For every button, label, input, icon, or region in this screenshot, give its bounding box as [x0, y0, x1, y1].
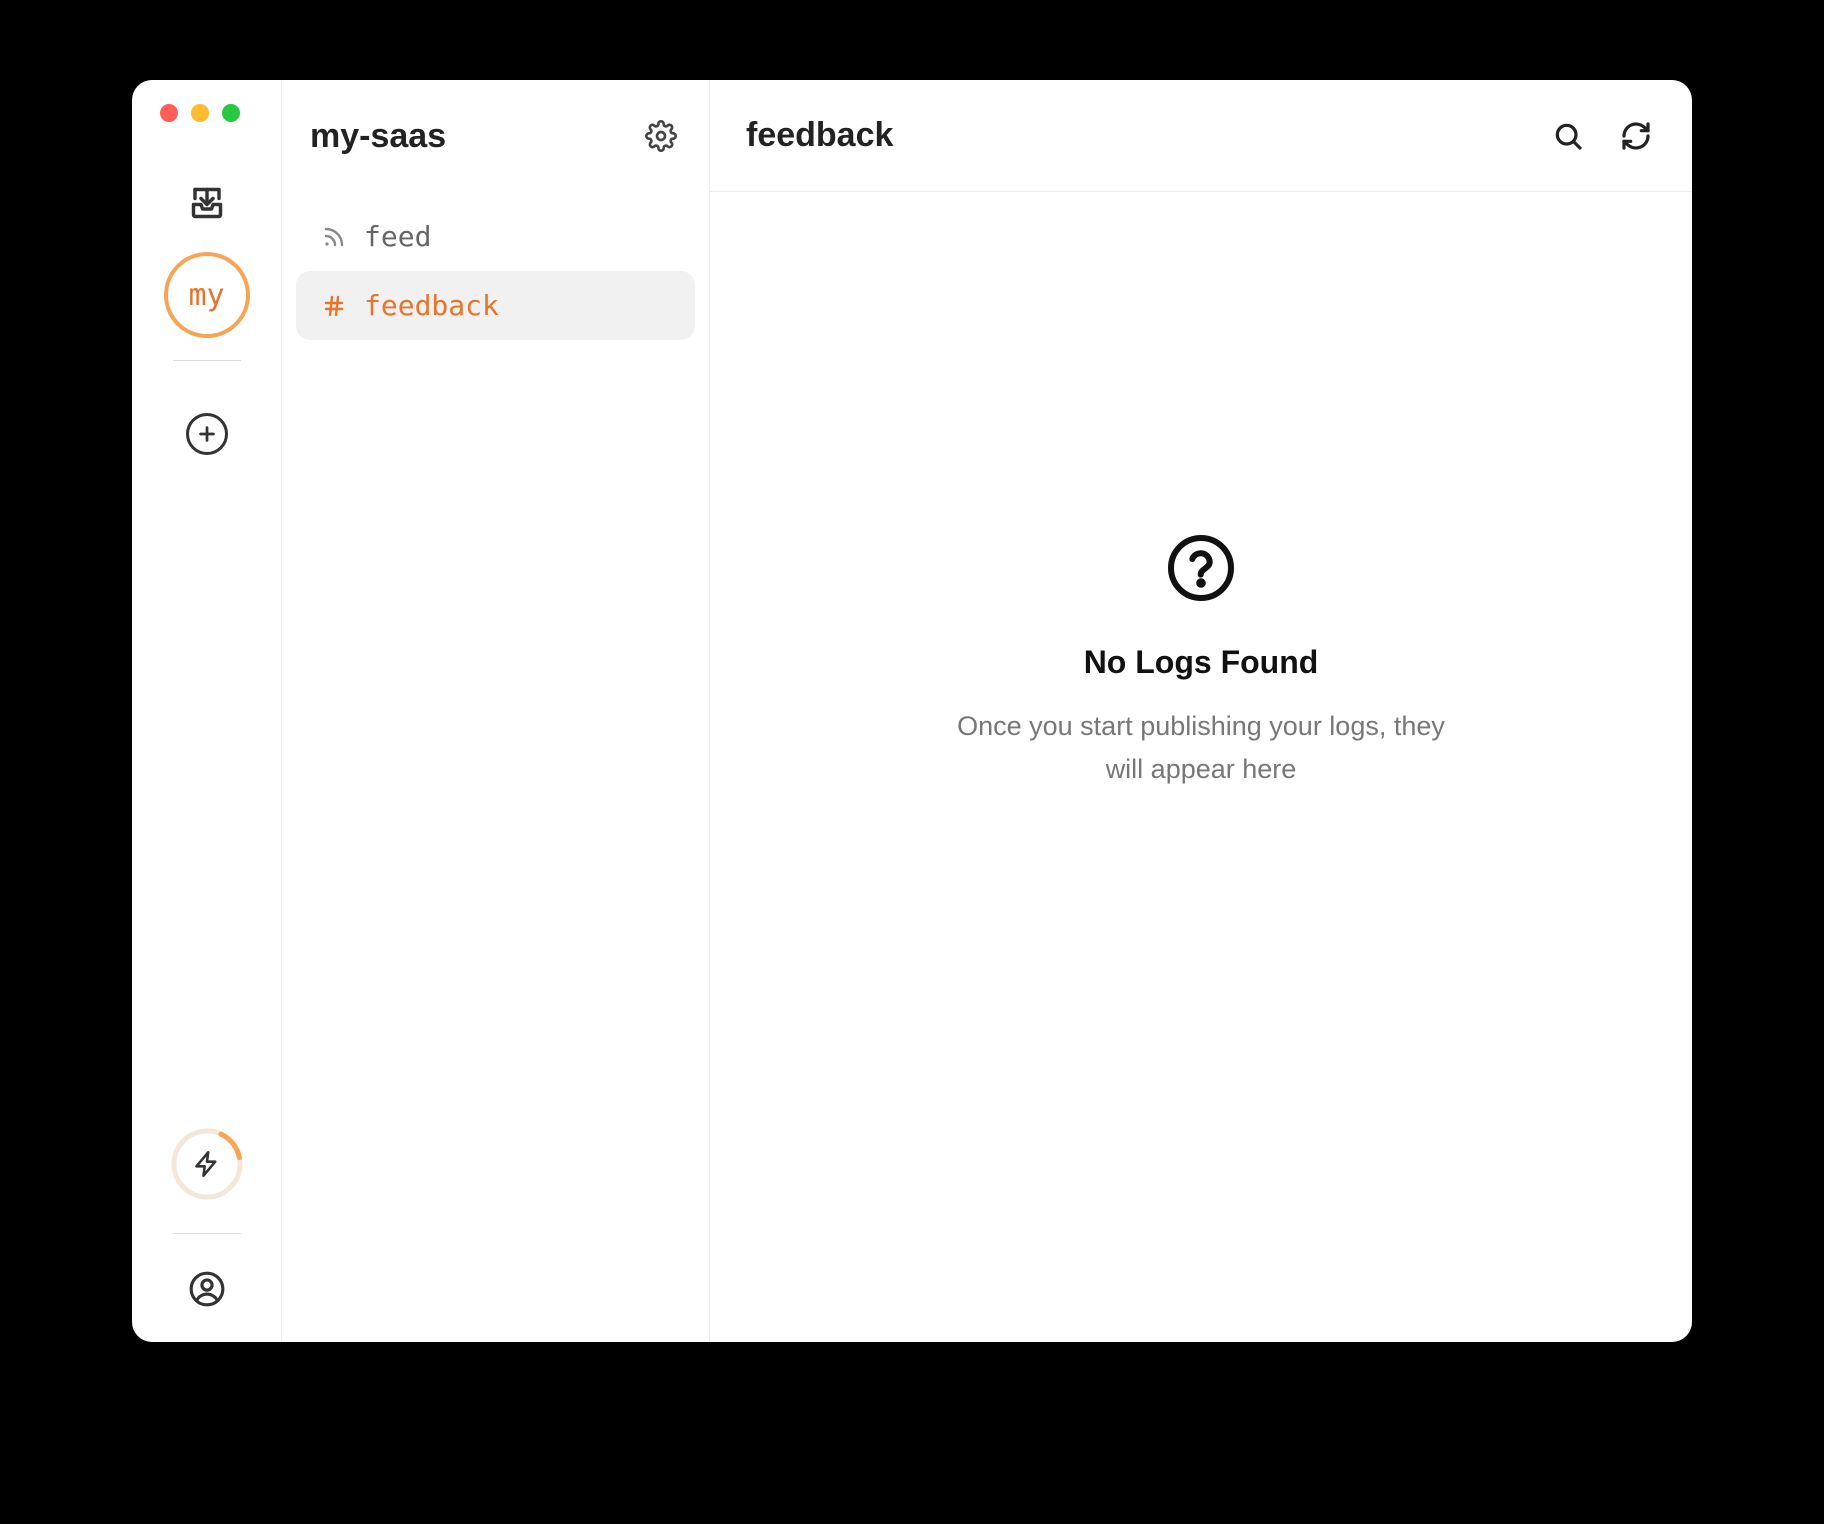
rss-icon — [320, 225, 348, 249]
fullscreen-window-button[interactable] — [222, 104, 240, 122]
channel-label: feed — [364, 220, 431, 253]
search-icon — [1552, 120, 1584, 152]
search-button[interactable] — [1548, 116, 1588, 156]
help-circle-icon — [1165, 532, 1237, 604]
left-rail: my — [132, 80, 282, 1342]
main-panel: feedback — [710, 80, 1692, 1342]
app-window: my my-saas — [132, 80, 1692, 1342]
project-title: my-saas — [310, 117, 446, 156]
empty-subtitle: Once you start publishing your logs, the… — [941, 705, 1461, 791]
gear-icon — [645, 120, 677, 152]
empty-state: No Logs Found Once you start publishing … — [710, 192, 1692, 1342]
plus-icon — [196, 423, 218, 445]
main-header: feedback — [710, 80, 1692, 192]
inbox-download-icon — [189, 185, 225, 221]
channel-list: feed feedback — [282, 192, 709, 350]
empty-title: No Logs Found — [1084, 644, 1319, 681]
add-project-button[interactable] — [186, 413, 228, 455]
channel-title: feedback — [746, 116, 893, 155]
refresh-button[interactable] — [1616, 116, 1656, 156]
channel-feed[interactable]: feed — [296, 202, 695, 271]
main-actions — [1548, 116, 1656, 156]
channel-feedback[interactable]: feedback — [296, 271, 695, 340]
hash-icon — [320, 294, 348, 318]
rail-divider-bottom — [173, 1233, 241, 1234]
sidebar-header: my-saas — [282, 80, 709, 192]
user-circle-icon — [188, 1270, 226, 1308]
window-traffic-lights — [160, 104, 240, 122]
channel-label: feedback — [364, 289, 499, 322]
refresh-icon — [1620, 120, 1652, 152]
sidebar: my-saas feed feedback — [282, 80, 710, 1342]
progress-ring-icon — [170, 1127, 244, 1201]
project-avatar-text: my — [188, 278, 224, 313]
minimize-window-button[interactable] — [191, 104, 209, 122]
inbox-button[interactable] — [184, 180, 230, 226]
rail-divider — [173, 360, 241, 361]
account-button[interactable] — [184, 1266, 230, 1312]
close-window-button[interactable] — [160, 104, 178, 122]
project-settings-button[interactable] — [641, 116, 681, 156]
project-avatar[interactable]: my — [164, 252, 250, 338]
activity-button[interactable] — [170, 1127, 244, 1201]
